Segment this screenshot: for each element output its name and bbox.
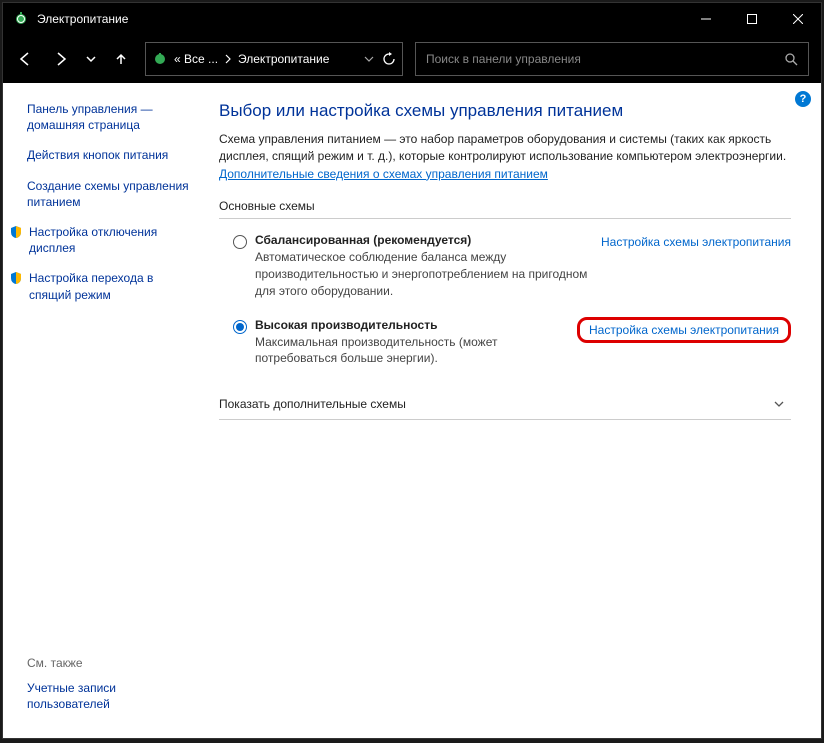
address-prefix: « Все ...	[174, 52, 218, 66]
content-area: ? Панель управления — домашняя страница …	[3, 83, 821, 738]
main-panel: Выбор или настройка схемы управления пит…	[209, 83, 821, 738]
navbar: « Все ... Электропитание	[3, 35, 821, 83]
recent-dropdown[interactable]	[81, 43, 101, 75]
window: Электропитание « Все ... Электропитание	[2, 2, 822, 739]
sidebar-item-power-buttons[interactable]: Действия кнопок питания	[27, 147, 197, 163]
section-header: Основные схемы	[219, 199, 791, 219]
address-bar[interactable]: « Все ... Электропитание	[145, 42, 403, 76]
radio-high-performance[interactable]	[233, 320, 247, 334]
address-icon	[152, 51, 168, 67]
back-button[interactable]	[9, 43, 41, 75]
maximize-button[interactable]	[729, 3, 775, 35]
app-icon	[13, 11, 29, 27]
see-also-label: См. также	[27, 656, 197, 670]
search-icon	[784, 52, 798, 66]
sidebar: Панель управления — домашняя страница Де…	[3, 83, 209, 738]
learn-more-link[interactable]: Дополнительные сведения о схемах управле…	[219, 167, 548, 181]
sidebar-item-sleep[interactable]: Настройка перехода в спящий режим	[9, 270, 197, 302]
shield-icon	[9, 271, 23, 285]
plan-settings-link[interactable]: Настройка схемы электропитания	[601, 235, 791, 249]
up-button[interactable]	[105, 43, 137, 75]
radio-balanced[interactable]	[233, 235, 247, 249]
expand-label: Показать дополнительные схемы	[219, 397, 406, 411]
plan-desc: Максимальная производительность (может п…	[255, 334, 569, 368]
sidebar-item-create-plan[interactable]: Создание схемы управления питанием	[27, 178, 197, 210]
window-title: Электропитание	[37, 12, 683, 26]
address-current: Электропитание	[238, 52, 329, 66]
sidebar-seealso-link[interactable]: Учетные записи пользователей	[27, 680, 197, 712]
expand-additional-plans[interactable]: Показать дополнительные схемы	[219, 389, 791, 420]
plan-balanced[interactable]: Сбалансированная (рекомендуется) Автомат…	[219, 229, 791, 303]
sidebar-item-display-off[interactable]: Настройка отключения дисплея	[9, 224, 197, 256]
chevron-down-icon	[773, 398, 785, 410]
sidebar-item-label: Настройка перехода в спящий режим	[29, 270, 197, 302]
page-description: Схема управления питанием — это набор па…	[219, 131, 791, 183]
plan-name: Сбалансированная (рекомендуется)	[255, 233, 593, 247]
plan-name: Высокая производительность	[255, 318, 569, 332]
titlebar: Электропитание	[3, 3, 821, 35]
plan-settings-link-highlighted[interactable]: Настройка схемы электропитания	[577, 317, 791, 343]
plan-desc: Автоматическое соблюдение баланса между …	[255, 249, 593, 299]
chevron-right-icon	[224, 54, 232, 64]
sidebar-home-link[interactable]: Панель управления — домашняя страница	[27, 101, 197, 133]
window-controls	[683, 3, 821, 35]
page-title: Выбор или настройка схемы управления пит…	[219, 101, 791, 121]
shield-icon	[9, 225, 23, 239]
help-icon[interactable]: ?	[795, 91, 811, 107]
address-dropdown-icon[interactable]	[364, 54, 374, 64]
refresh-button[interactable]	[382, 52, 396, 66]
close-button[interactable]	[775, 3, 821, 35]
sidebar-item-label: Настройка отключения дисплея	[29, 224, 197, 256]
search-bar[interactable]	[415, 42, 809, 76]
plan-high-performance[interactable]: Высокая производительность Максимальная …	[219, 314, 791, 372]
forward-button[interactable]	[45, 43, 77, 75]
minimize-button[interactable]	[683, 3, 729, 35]
search-input[interactable]	[426, 52, 784, 66]
